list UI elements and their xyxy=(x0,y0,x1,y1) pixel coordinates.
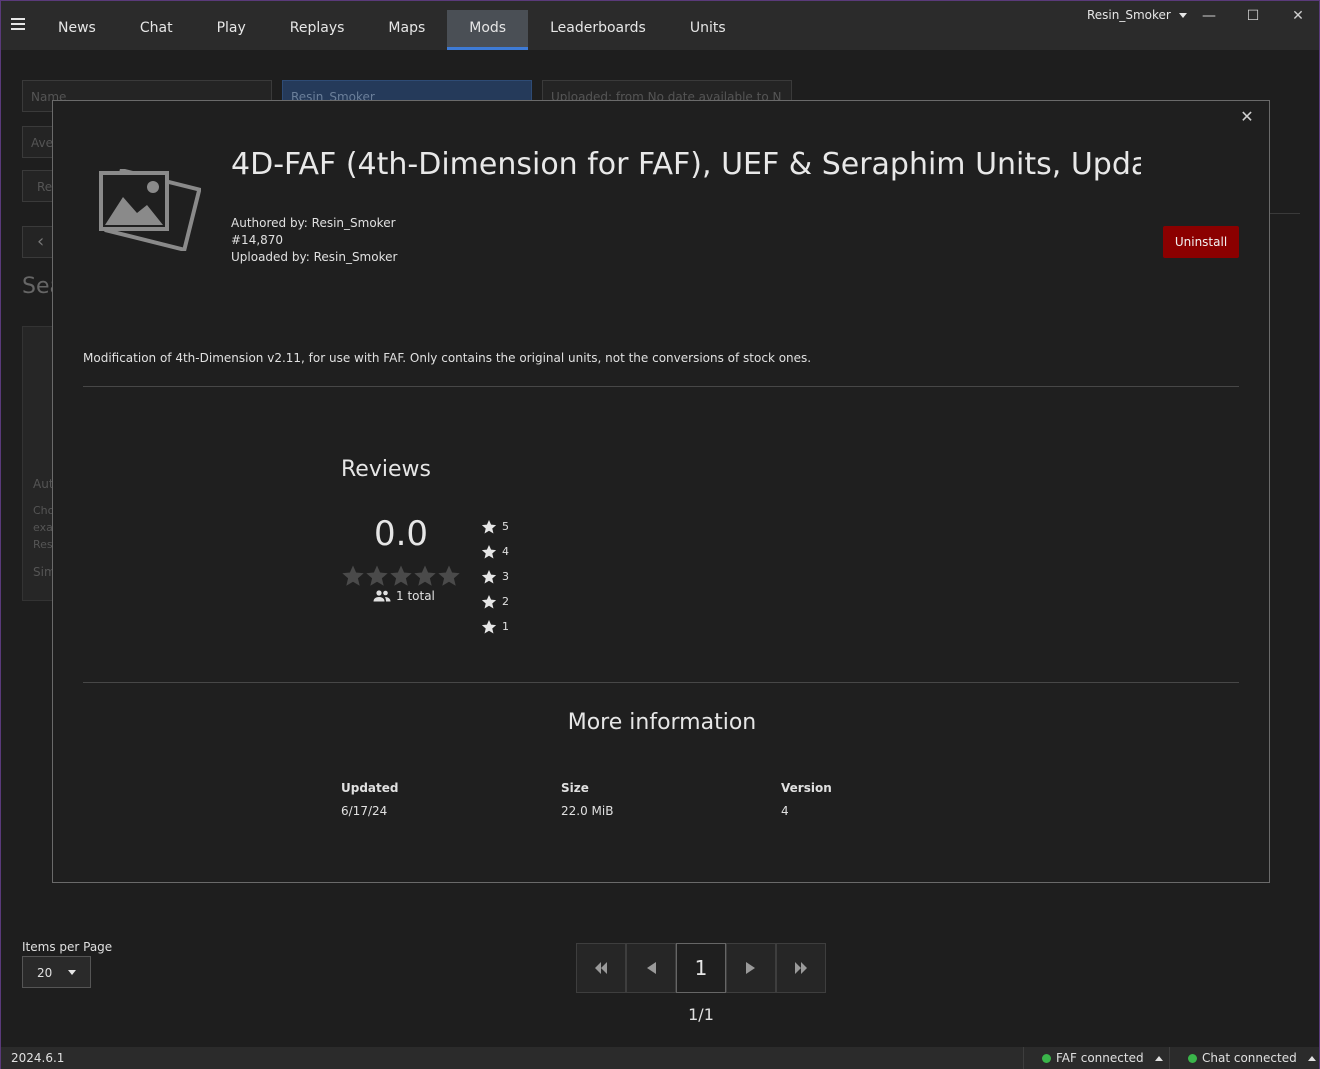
current-page-button[interactable]: 1 xyxy=(676,943,726,993)
maximize-icon[interactable]: ☐ xyxy=(1243,7,1263,25)
rating-stars xyxy=(341,564,461,588)
uninstall-button[interactable]: Uninstall xyxy=(1163,226,1239,258)
rating-distribution: 5 4 3 2 1 xyxy=(481,514,509,639)
star-empty-icon xyxy=(342,565,364,586)
close-icon[interactable]: ✕ xyxy=(1239,109,1255,125)
page-count: 1/1 xyxy=(688,1005,714,1024)
more-info-title: More information xyxy=(567,710,757,735)
image-placeholder-icon xyxy=(99,169,201,251)
authored-by: Authored by: Resin_Smoker xyxy=(231,216,396,230)
rating-row-2: 2 xyxy=(481,589,509,614)
items-per-page-select[interactable]: 20 xyxy=(22,956,91,988)
star-empty-icon xyxy=(438,565,460,586)
chevron-left-icon xyxy=(647,962,656,974)
chat-status-label: Chat connected xyxy=(1202,1051,1297,1065)
rating-row-3: 3 xyxy=(481,564,509,589)
chevron-up-icon xyxy=(1307,1055,1316,1061)
mod-id: #14,870 xyxy=(231,233,284,247)
tab-play[interactable]: Play xyxy=(195,10,268,50)
mod-meta: Authored by: Resin_Smoker #14,870 Upload… xyxy=(231,215,397,266)
star-icon xyxy=(481,594,497,608)
items-per-page-label: Items per Page xyxy=(22,940,113,954)
chat-status[interactable]: Chat connected xyxy=(1169,1047,1319,1069)
prev-page-button[interactable] xyxy=(626,943,676,993)
card-desc: exa xyxy=(33,521,53,534)
chevron-down-icon xyxy=(68,970,76,975)
tab-chat[interactable]: Chat xyxy=(118,10,195,50)
mod-description: Modification of 4th-Dimension v2.11, for… xyxy=(83,351,812,365)
back-arrow-icon[interactable]: ‹ xyxy=(22,226,54,258)
tab-news[interactable]: News xyxy=(36,10,118,50)
version-value: 4 xyxy=(781,804,789,818)
status-dot-icon xyxy=(1042,1053,1051,1063)
double-chevron-left-icon xyxy=(595,962,607,974)
info-size: Size 22.0 MiB xyxy=(561,781,613,818)
reset-button[interactable]: Res xyxy=(22,170,54,202)
divider xyxy=(1270,213,1300,214)
star-icon xyxy=(481,544,497,558)
status-dot-icon xyxy=(1188,1053,1197,1063)
mod-title: 4D-FAF (4th-Dimension for FAF), UEF & Se… xyxy=(231,147,1141,182)
tab-leaderboards[interactable]: Leaderboards xyxy=(528,10,668,50)
tab-units[interactable]: Units xyxy=(668,10,748,50)
star-icon xyxy=(481,569,497,583)
version-label: Version xyxy=(781,781,832,795)
info-updated: Updated 6/17/24 xyxy=(341,781,399,818)
next-page-button[interactable] xyxy=(726,943,776,993)
tab-mods[interactable]: Mods xyxy=(447,10,529,50)
size-label: Size xyxy=(561,781,589,795)
close-window-icon[interactable]: ✕ xyxy=(1288,7,1308,25)
star-icon xyxy=(481,519,497,533)
rating-score: 0.0 xyxy=(373,514,429,554)
faf-status[interactable]: FAF connected xyxy=(1023,1047,1169,1069)
size-value: 22.0 MiB xyxy=(561,804,614,818)
card-author: Aut xyxy=(33,477,54,491)
review-count: 1 total xyxy=(373,589,435,603)
mod-card[interactable] xyxy=(22,326,54,601)
updated-label: Updated xyxy=(341,781,399,795)
reviews-title: Reviews xyxy=(341,457,431,482)
rating-row-1: 1 xyxy=(481,614,509,639)
double-chevron-right-icon xyxy=(795,962,807,974)
chevron-down-icon xyxy=(1178,12,1187,18)
last-page-button[interactable] xyxy=(776,943,826,993)
user-menu[interactable]: Resin_Smoker xyxy=(1087,8,1187,22)
chevron-up-icon xyxy=(1154,1055,1163,1061)
menu-icon[interactable] xyxy=(11,18,25,32)
star-empty-icon xyxy=(390,565,412,586)
tab-replays[interactable]: Replays xyxy=(268,10,367,50)
user-name: Resin_Smoker xyxy=(1087,8,1171,22)
star-empty-icon xyxy=(414,565,436,586)
star-icon xyxy=(481,619,497,633)
uploaded-by: Uploaded by: Resin_Smoker xyxy=(231,250,398,264)
main-nav: News Chat Play Replays Maps Mods Leaderb… xyxy=(36,10,748,50)
people-icon xyxy=(373,590,391,602)
app-version: 2024.6.1 xyxy=(11,1051,65,1065)
title-bar: News Chat Play Replays Maps Mods Leaderb… xyxy=(1,1,1319,50)
mod-detail-dialog: ✕ 4D-FAF (4th-Dimension for FAF), UEF & … xyxy=(52,100,1270,883)
review-total: 1 total xyxy=(396,589,435,603)
status-bar: 2024.6.1 FAF connected Chat connected xyxy=(1,1047,1319,1069)
chevron-right-icon xyxy=(746,962,755,974)
card-desc: Res xyxy=(33,538,53,551)
items-per-page-value: 20 xyxy=(37,966,53,980)
updated-value: 6/17/24 xyxy=(341,804,388,818)
tab-maps[interactable]: Maps xyxy=(366,10,447,50)
pagination-controls: 1 xyxy=(576,943,826,993)
faf-status-label: FAF connected xyxy=(1056,1051,1144,1065)
divider xyxy=(83,682,1239,683)
rating-row-4: 4 xyxy=(481,539,509,564)
minimize-icon[interactable]: — xyxy=(1199,7,1219,25)
info-version: Version 4 xyxy=(781,781,832,818)
star-empty-icon xyxy=(366,565,388,586)
divider xyxy=(83,386,1239,387)
rating-row-5: 5 xyxy=(481,514,509,539)
sort-dropdown[interactable]: Ave xyxy=(22,126,54,158)
first-page-button[interactable] xyxy=(576,943,626,993)
